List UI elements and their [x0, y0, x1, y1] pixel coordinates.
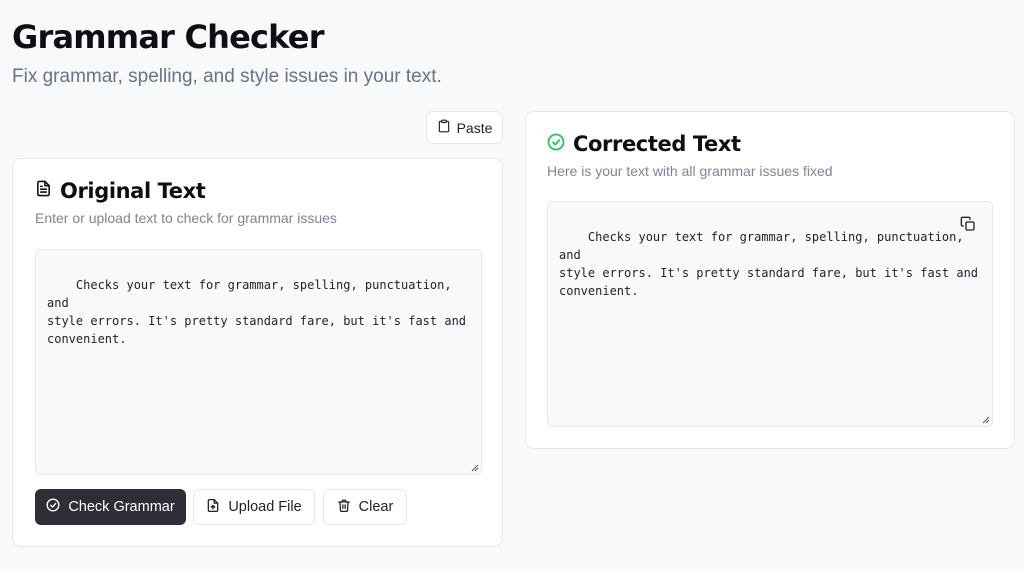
original-text-title: Original Text	[60, 179, 206, 203]
page-title: Grammar Checker	[12, 18, 325, 56]
corrected-text-heading: Corrected Text	[547, 132, 741, 156]
paste-button[interactable]: Paste	[426, 111, 503, 144]
original-text-content: Checks your text for grammar, spelling, …	[47, 278, 467, 346]
original-text-input[interactable]: Checks your text for grammar, spelling, …	[35, 249, 482, 475]
original-text-card: Original Text Enter or upload text to ch…	[12, 158, 503, 547]
copy-icon[interactable]	[960, 216, 976, 232]
upload-file-button[interactable]: Upload File	[193, 489, 315, 525]
check-grammar-label: Check Grammar	[68, 499, 175, 515]
clear-label: Clear	[358, 499, 394, 515]
original-text-description: Enter or upload text to check for gramma…	[35, 210, 337, 226]
resize-handle-icon[interactable]	[982, 416, 990, 424]
upload-file-label: Upload File	[228, 499, 302, 515]
paste-button-label: Paste	[456, 119, 493, 136]
corrected-text-output[interactable]: Checks your text for grammar, spelling, …	[547, 201, 993, 427]
file-upload-icon	[206, 498, 220, 517]
page-subtitle: Fix grammar, spelling, and style issues …	[12, 66, 442, 87]
check-circle-icon	[547, 132, 565, 156]
trash-icon	[337, 498, 351, 517]
original-text-heading: Original Text	[35, 179, 206, 203]
corrected-text-content: Checks your text for grammar, spelling, …	[559, 230, 979, 298]
check-grammar-button[interactable]: Check Grammar	[35, 489, 186, 525]
document-icon	[35, 179, 52, 203]
corrected-text-description: Here is your text with all grammar issue…	[547, 163, 833, 179]
clear-button[interactable]: Clear	[323, 489, 407, 525]
corrected-text-card: Corrected Text Here is your text with al…	[525, 111, 1015, 449]
resize-handle-icon[interactable]	[471, 464, 479, 472]
corrected-text-title: Corrected Text	[573, 132, 741, 156]
clipboard-icon	[437, 119, 451, 136]
check-circle-icon	[46, 498, 60, 516]
